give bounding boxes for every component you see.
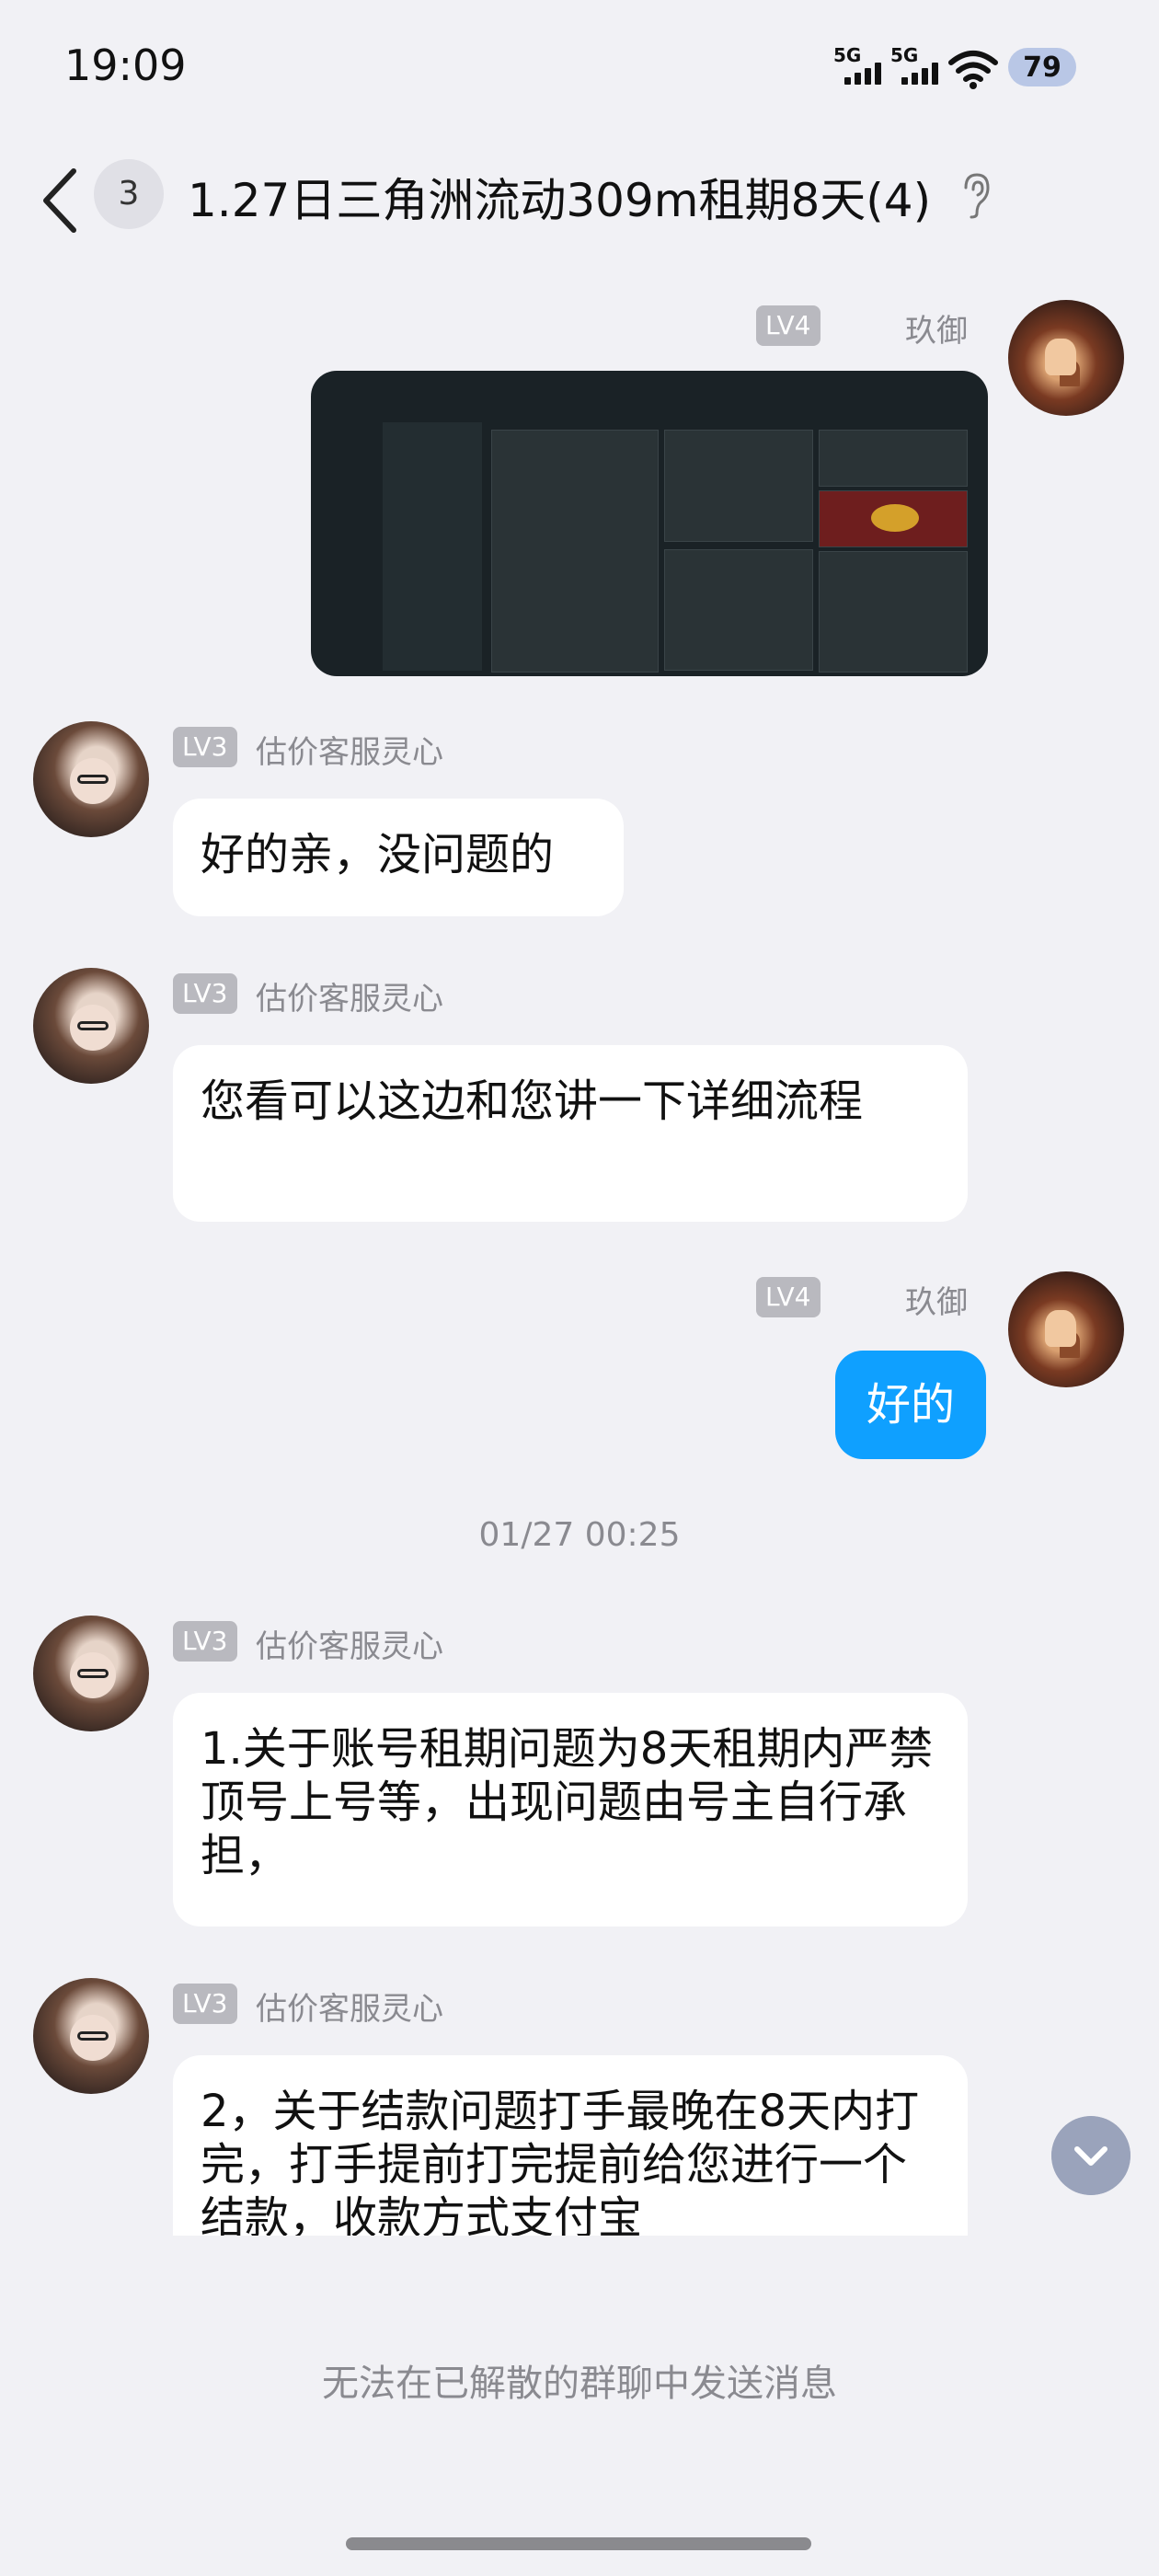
avatar[interactable]	[1008, 300, 1124, 416]
message-bubble[interactable]: 1.关于账号租期问题为8天租期内严禁顶号上号等，出现问题由号主自行承担，	[173, 1693, 968, 1926]
image-message[interactable]	[311, 371, 988, 676]
sender-name: 玖御	[905, 313, 968, 350]
message-bubble[interactable]: 您看可以这边和您讲一下详细流程	[173, 1045, 968, 1222]
wifi-icon	[948, 51, 998, 89]
avatar[interactable]	[33, 721, 149, 837]
disbanded-notice: 无法在已解散的群聊中发送消息	[322, 2363, 837, 2405]
sender-name: 估价客服灵心	[256, 1628, 443, 1665]
home-indicator[interactable]	[346, 2537, 811, 2550]
level-badge: LV3	[173, 1984, 237, 2024]
back-icon[interactable]	[37, 164, 83, 237]
status-time: 19:09	[64, 40, 187, 90]
avatar[interactable]	[33, 1616, 149, 1731]
status-bar: 19:09 5G 5G 79	[0, 0, 1159, 138]
level-badge: LV3	[173, 1621, 237, 1662]
message-bubble[interactable]: 好的	[835, 1351, 986, 1459]
sender-name: 估价客服灵心	[256, 981, 443, 1018]
message-bubble[interactable]: 好的亲，没问题的	[173, 799, 624, 916]
unread-count-badge[interactable]: 3	[94, 159, 164, 229]
ear-icon[interactable]	[958, 171, 992, 221]
level-badge: LV3	[173, 973, 237, 1014]
avatar[interactable]	[33, 1978, 149, 2094]
battery-indicator: 79	[1008, 48, 1076, 86]
avatar[interactable]	[33, 968, 149, 1084]
avatar[interactable]	[1008, 1271, 1124, 1387]
scroll-down-button[interactable]	[1051, 2116, 1130, 2195]
battery-level: 79	[1023, 52, 1061, 84]
timestamp: 01/27 00:25	[478, 1516, 681, 1554]
level-badge: LV3	[173, 727, 237, 767]
level-badge: LV4	[756, 305, 820, 346]
signal-icon: 5G	[833, 44, 887, 90]
level-badge: LV4	[756, 1277, 820, 1317]
sender-name: 估价客服灵心	[256, 1991, 443, 2028]
sender-name: 估价客服灵心	[256, 734, 443, 771]
chat-title: 1.27日三角洲流动309m租期8天(4)	[188, 174, 932, 227]
signal-icon-2: 5G	[890, 44, 944, 90]
sender-name: 玖御	[905, 1284, 968, 1321]
